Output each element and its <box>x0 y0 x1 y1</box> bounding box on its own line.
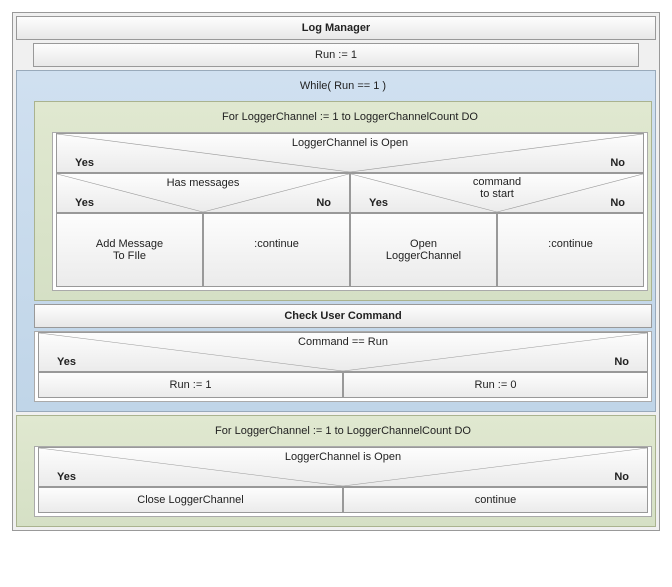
yes-label: Yes <box>369 197 388 209</box>
for-label-2: For LoggerChannel := 1 to LoggerChannelC… <box>31 422 655 443</box>
check-user-command-text: Check User Command <box>284 310 401 322</box>
action-row: Add MessageTo FIle :continue OpenLoggerC… <box>56 213 644 287</box>
action-run-0: Run := 0 <box>343 372 648 398</box>
decision-cmd-run-label: Command == Run <box>298 336 388 348</box>
action-continue-2-text: :continue <box>548 238 593 250</box>
decision-is-open-label: LoggerChannel is Open <box>292 137 408 149</box>
decision-has-messages-label: Has messages <box>167 177 240 189</box>
check-user-command-box: Check User Command <box>34 304 652 328</box>
action-continue-3: continue <box>343 487 648 513</box>
run-set-row: Run := 1 Run := 0 <box>38 372 648 398</box>
decision-cmd-run: Command == Run Yes No <box>38 332 648 372</box>
title-box: Log Manager <box>16 16 656 40</box>
no-label: No <box>316 197 331 209</box>
no-label: No <box>610 197 625 209</box>
for-body-2: LoggerChannel is Open Yes No Close Logge… <box>34 446 652 517</box>
action-run-1-text: Run := 1 <box>170 379 212 391</box>
yes-label: Yes <box>57 471 76 483</box>
while-block: While( Run == 1 ) For LoggerChannel := 1… <box>16 70 656 412</box>
action-open-channel: OpenLoggerChannel <box>350 213 497 287</box>
sub-decision-row: Has messages Yes No commandto start Yes … <box>56 173 644 213</box>
action-open-channel-text: OpenLoggerChannel <box>386 238 461 262</box>
no-label: No <box>614 356 629 368</box>
action-run-1: Run := 1 <box>38 372 343 398</box>
action-run-0-text: Run := 0 <box>475 379 517 391</box>
action-add-message-text: Add MessageTo FIle <box>96 238 163 262</box>
action-close-channel-text: Close LoggerChannel <box>137 494 243 506</box>
cmd-run-block: Command == Run Yes No Run := 1 Run := 0 <box>34 331 652 402</box>
decision-is-open-2-label: LoggerChannel is Open <box>285 451 401 463</box>
decision-is-open: LoggerChannel is Open Yes No <box>56 133 644 173</box>
action-continue-1: :continue <box>203 213 350 287</box>
action-continue-2: :continue <box>497 213 644 287</box>
decision-cmd-start: commandto start Yes No <box>350 173 644 213</box>
run-init-text: Run := 1 <box>315 49 357 61</box>
decision-has-messages: Has messages Yes No <box>56 173 350 213</box>
run-init-box: Run := 1 <box>33 43 639 67</box>
no-label: No <box>610 157 625 169</box>
for-block-1: For LoggerChannel := 1 to LoggerChannelC… <box>34 101 652 301</box>
no-label: No <box>614 471 629 483</box>
title-text: Log Manager <box>302 22 370 34</box>
yes-label: Yes <box>75 157 94 169</box>
action-close-channel: Close LoggerChannel <box>38 487 343 513</box>
while-label: While( Run == 1 ) <box>31 77 655 98</box>
nassi-shneiderman-diagram: Log Manager Run := 1 While( Run == 1 ) F… <box>12 12 660 531</box>
action-add-message: Add MessageTo FIle <box>56 213 203 287</box>
decision-is-open-2: LoggerChannel is Open Yes No <box>38 447 648 487</box>
for-block-2: For LoggerChannel := 1 to LoggerChannelC… <box>16 415 656 527</box>
for-body-1: LoggerChannel is Open Yes No Has message… <box>52 132 648 291</box>
action-continue-3-text: continue <box>475 494 517 506</box>
yes-label: Yes <box>75 197 94 209</box>
action-continue-1-text: :continue <box>254 238 299 250</box>
yes-label: Yes <box>57 356 76 368</box>
for-label-1: For LoggerChannel := 1 to LoggerChannelC… <box>49 108 651 129</box>
close-continue-row: Close LoggerChannel continue <box>38 487 648 513</box>
decision-cmd-start-label: commandto start <box>473 176 521 200</box>
